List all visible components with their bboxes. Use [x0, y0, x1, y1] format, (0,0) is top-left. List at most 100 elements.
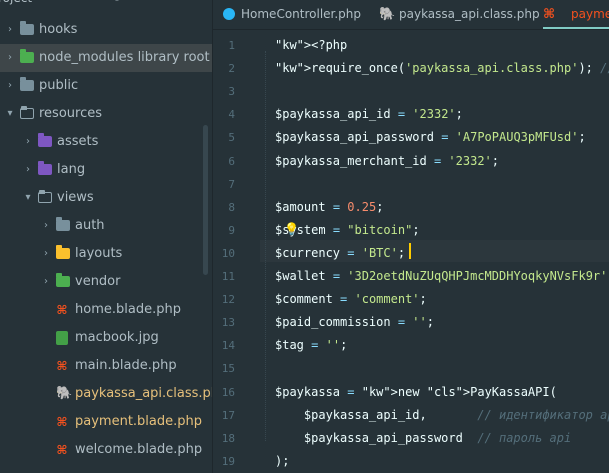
tab-paykassa-api[interactable]: 🐘 paykassa_api.class.php — [373, 0, 543, 29]
line-number: 13 — [221, 316, 235, 329]
tree-item-hooks[interactable]: › hooks — [0, 16, 212, 44]
tree-item-label: main.blade.php — [75, 358, 177, 373]
blade-file-icon: ⌘ — [56, 415, 68, 429]
blade-file-icon: ⌘ — [56, 443, 68, 457]
tree-item-home-blade-php[interactable]: ⌘ home.blade.php — [0, 296, 212, 324]
code-line[interactable]: $paykassa_api_password // пароль api — [275, 431, 571, 445]
line-number: 12 — [221, 293, 235, 306]
editor-tabs: HomeController.php 🐘 paykassa_api.class.… — [213, 0, 609, 30]
tree-item-label: payment.blade.php — [75, 414, 202, 429]
tab-label: paykassa_api.class.php — [399, 7, 540, 21]
tree-item-main-blade-php[interactable]: ⌘ main.blade.php — [0, 352, 212, 380]
blade-file-icon: ⌘ — [56, 359, 68, 373]
code-line[interactable]: $tag = ''; — [275, 338, 347, 352]
chevron-right-icon[interactable]: › — [41, 212, 51, 240]
folder-icon — [20, 106, 34, 119]
line-number: 18 — [221, 432, 235, 445]
tree-item-label: auth — [75, 218, 105, 233]
tree-item-views[interactable]: ▾ views — [0, 184, 212, 212]
code-line[interactable]: ); — [275, 454, 289, 468]
tree-item-lang[interactable]: › lang — [0, 156, 212, 184]
code-line[interactable]: $comment = 'comment'; — [275, 292, 427, 306]
chevron-right-icon[interactable]: › — [5, 72, 15, 100]
line-number: 1 — [228, 39, 235, 52]
blade-icon: ⌘ — [543, 7, 556, 22]
tree-item-label: hooks — [39, 22, 78, 37]
line-number: 16 — [221, 386, 235, 399]
line-number: 2 — [228, 62, 235, 75]
folder-icon — [38, 161, 52, 175]
code-line[interactable]: $paykassa_api_id = '2332'; — [275, 107, 463, 121]
chevron-right-icon[interactable]: › — [5, 16, 15, 44]
line-number: 15 — [221, 362, 235, 375]
line-number: 17 — [221, 409, 235, 422]
tree-item-auth[interactable]: › auth — [0, 212, 212, 240]
active-tab-indicator — [543, 27, 609, 29]
line-number: 8 — [228, 201, 235, 214]
folder-icon — [20, 21, 34, 35]
php-file-icon: 🐘 — [56, 386, 73, 401]
line-number-gutter: 1 2 3 4 5 6 7 8 9 10 11 12 13 14 15 16 17 18 19 — [213, 30, 260, 473]
line-number: 5 — [228, 131, 235, 144]
image-file-icon — [56, 331, 68, 345]
tree-item-macbook-jpg[interactable]: macbook.jpg — [0, 324, 212, 352]
tab-homecontroller[interactable]: HomeController.php — [219, 0, 369, 29]
tree-item-label: assets — [57, 134, 99, 149]
chevron-right-icon[interactable]: › — [41, 240, 51, 268]
tree-item-payment-blade-php[interactable]: ⌘ payment.blade.php — [0, 408, 212, 436]
collapse-icon[interactable]: ⤡ — [140, 0, 154, 2]
folder-icon — [56, 245, 70, 259]
chevron-down-icon[interactable]: ▾ — [23, 184, 33, 212]
line-number: 19 — [221, 455, 235, 468]
code-line[interactable]: $wallet = '3D2oetdNuZUqQHPJmcMDDHYoqkyNV… — [275, 269, 609, 283]
folder-icon — [38, 190, 52, 203]
folder-icon — [38, 133, 52, 147]
php-elephant-icon: 🐘 — [379, 7, 396, 22]
line-number: 4 — [228, 108, 235, 121]
lightbulb-icon[interactable]: 💡 — [284, 222, 299, 236]
code-line[interactable]: $paykassa_merchant_id = '2332'; — [275, 154, 499, 168]
tree-item-assets[interactable]: › assets — [0, 128, 212, 156]
settings-icon[interactable]: — — [170, 0, 184, 2]
line-number: 10 — [221, 247, 235, 260]
tree-item-vendor[interactable]: › vendor — [0, 268, 212, 296]
tree-item-label: resources — [39, 106, 103, 121]
code-line[interactable]: "kw">require_once('paykassa_api.class.ph… — [275, 61, 609, 75]
code-editor[interactable]: "kw"><?php "kw">require_once('paykassa_ap… — [260, 30, 609, 473]
indent-guide — [265, 51, 267, 441]
code-line[interactable]: $paykassa_api_id, // идентификатор api — [275, 408, 609, 422]
project-title: roject — [0, 0, 32, 5]
tree-item-resources[interactable]: ▾ resources — [0, 100, 212, 128]
chevron-right-icon[interactable]: › — [23, 128, 33, 156]
code-line[interactable]: $paykassa_api_password = 'A7PoPAUQ3pMFUs… — [275, 130, 586, 144]
code-line[interactable]: "kw"><?php — [275, 38, 347, 52]
text-cursor — [409, 243, 411, 259]
project-panel: roject ◎ ⤡ — › hooks › node_modules library… — [0, 0, 213, 473]
code-line[interactable]: $paid_commission = ''; — [275, 315, 434, 329]
tab-payment[interactable]: ⌘ paymen — [543, 0, 609, 29]
folder-icon — [20, 49, 34, 63]
tree-item-paykassa-api-class-php[interactable]: 🐘 paykassa_api.class.php — [0, 380, 212, 408]
target-icon[interactable]: ◎ — [110, 0, 124, 2]
tree-item-label: public — [39, 78, 79, 93]
tree-item-label: paykassa_api.class.php — [75, 386, 213, 401]
line-number: 14 — [221, 339, 235, 352]
folder-icon — [20, 77, 34, 91]
tree-item-welcome-blade-php[interactable]: ⌘ welcome.blade.php — [0, 436, 212, 464]
code-line[interactable]: $currency = 'BTC'; — [275, 246, 405, 260]
blade-file-icon: ⌘ — [56, 303, 68, 317]
line-number: 6 — [228, 155, 235, 168]
tree-item-public[interactable]: › public — [0, 72, 212, 100]
chevron-down-icon[interactable]: ▾ — [5, 100, 15, 128]
tree-item-node-modules[interactable]: › node_modules library root — [0, 44, 212, 72]
scrollbar-thumb[interactable] — [203, 125, 208, 275]
chevron-right-icon[interactable]: › — [5, 44, 15, 72]
tree-item-layouts[interactable]: › layouts — [0, 240, 212, 268]
tab-label: paymen — [571, 7, 609, 21]
chevron-right-icon[interactable]: › — [23, 156, 33, 184]
folder-icon — [56, 273, 70, 287]
chevron-right-icon[interactable]: › — [41, 268, 51, 296]
code-line[interactable]: $amount = 0.25; — [275, 200, 383, 214]
code-line[interactable]: $paykassa = "kw">new "cls">PayKassaAPI( — [275, 385, 557, 399]
tree-item-label: home.blade.php — [75, 302, 181, 317]
